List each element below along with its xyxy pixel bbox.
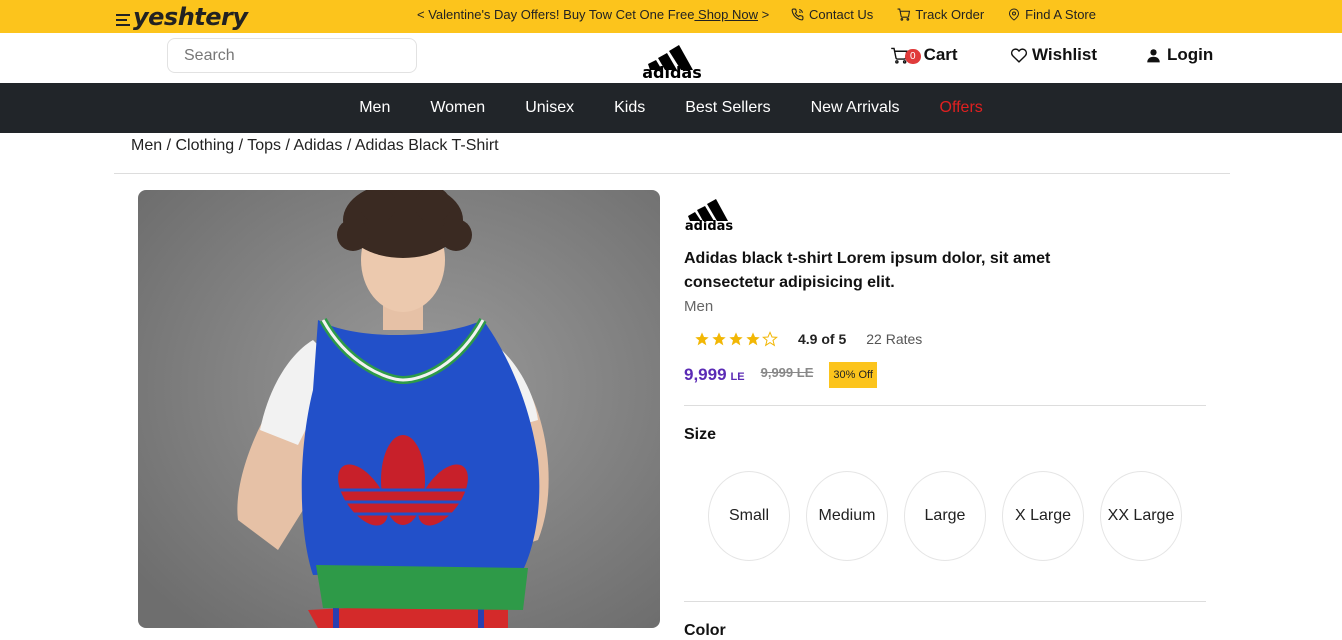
breadcrumb-current: Adidas Black T-Shirt [354, 137, 499, 154]
rating-count: 22 Rates [866, 331, 923, 347]
login-button[interactable]: Login [1146, 45, 1213, 65]
old-price: 9,999 LE [760, 364, 814, 380]
cart-label: Cart [923, 45, 958, 64]
product-category: Men [684, 298, 714, 315]
rating-stars [694, 331, 778, 347]
contact-us-label: Contact Us [809, 7, 874, 22]
yeshtery-logo[interactable]: yeshtery [116, 1, 248, 33]
main-header: adidas 0 Cart Wishlist Login [0, 33, 1342, 83]
size-divider [684, 601, 1206, 602]
location-pin-icon [1009, 8, 1020, 21]
nav-item-kids[interactable]: Kids [614, 99, 645, 117]
rating-value: 4.9 of 5 [798, 331, 847, 347]
user-icon [1147, 48, 1160, 62]
nav-item-unisex[interactable]: Unisex [525, 99, 574, 117]
promo-text: < Valentine's Day Offers! Buy Tow Cet On… [417, 7, 695, 22]
category-nav: Men Women Unisex Kids Best Sellers New A… [0, 83, 1342, 133]
track-order-link[interactable]: Track Order [897, 7, 984, 22]
breadcrumb-men[interactable]: Men [131, 137, 162, 154]
contact-us-link[interactable]: Contact Us [791, 7, 873, 22]
cart-icon [897, 8, 911, 21]
size-large-button[interactable]: Large [904, 471, 986, 561]
adidas-logo[interactable]: adidas [642, 34, 702, 85]
breadcrumb-tops[interactable]: Tops [247, 137, 281, 154]
product-image[interactable] [138, 190, 660, 628]
star-filled-icon [729, 332, 743, 346]
price-row: 9,999 LE 9,999 LE 30% Off [684, 362, 877, 388]
star-filled-icon [695, 332, 709, 346]
nav-item-men[interactable]: Men [359, 99, 390, 117]
price-value: 9,999 [684, 365, 727, 384]
nav-item-women[interactable]: Women [430, 99, 485, 117]
discount-badge: 30% Off [829, 362, 877, 388]
find-a-store-link[interactable]: Find A Store [1008, 7, 1096, 22]
price-divider [684, 405, 1206, 406]
star-filled-icon [712, 332, 726, 346]
nav-item-new-arrivals[interactable]: New Arrivals [811, 99, 900, 117]
cart-count-badge: 0 [905, 48, 921, 64]
size-medium-button[interactable]: Medium [806, 471, 888, 561]
breadcrumb-adidas[interactable]: Adidas [293, 137, 342, 154]
current-price: 9,999 LE [684, 365, 745, 385]
product-brand-logo[interactable]: adidas [684, 190, 736, 237]
nav-item-best-sellers[interactable]: Best Sellers [685, 99, 770, 117]
wishlist-button[interactable]: Wishlist [1010, 45, 1097, 65]
heart-icon [1010, 47, 1028, 63]
price-currency: LE [730, 371, 745, 383]
cart-button[interactable]: 0 Cart [890, 45, 958, 65]
top-bar: yeshtery < Valentine's Day Offers! Buy T… [0, 0, 1342, 33]
track-order-label: Track Order [915, 7, 985, 22]
product-rating: 4.9 of 5 22 Rates [694, 331, 922, 347]
size-xx-large-button[interactable]: XX Large [1100, 471, 1182, 561]
search-input[interactable] [167, 38, 417, 73]
nav-item-offers[interactable]: Offers [940, 99, 983, 117]
promo-suffix: > [758, 7, 770, 22]
size-x-large-button[interactable]: X Large [1002, 471, 1084, 561]
promo-banner: < Valentine's Day Offers! Buy Tow Cet On… [417, 7, 769, 22]
product-brand-logo-text: adidas [685, 219, 734, 232]
product-title: Adidas black t-shirt Lorem ipsum dolor, … [684, 250, 1051, 291]
size-small-button[interactable]: Small [708, 471, 790, 561]
find-a-store-label: Find A Store [1025, 7, 1096, 22]
top-links: Contact Us Track Order Find A Store [791, 7, 1120, 22]
breadcrumb-clothing[interactable]: Clothing [175, 137, 234, 154]
breadcrumb-divider [114, 173, 1230, 174]
shop-now-link[interactable]: Shop Now [694, 7, 758, 22]
wishlist-label: Wishlist [1032, 45, 1098, 64]
size-options: Small Medium Large X Large XX Large [708, 471, 1182, 561]
color-label: Color [684, 622, 726, 639]
phone-icon [791, 8, 804, 21]
star-empty-icon [762, 331, 778, 347]
yeshtery-wordmark: yeshtery [133, 3, 248, 31]
menu-icon[interactable] [116, 14, 130, 26]
login-label: Login [1167, 45, 1214, 64]
breadcrumb: Men / Clothing / Tops / Adidas / Adidas … [131, 137, 499, 154]
adidas-logo-text: adidas [642, 63, 702, 80]
star-filled-icon [746, 332, 760, 346]
size-label: Size [684, 426, 717, 443]
